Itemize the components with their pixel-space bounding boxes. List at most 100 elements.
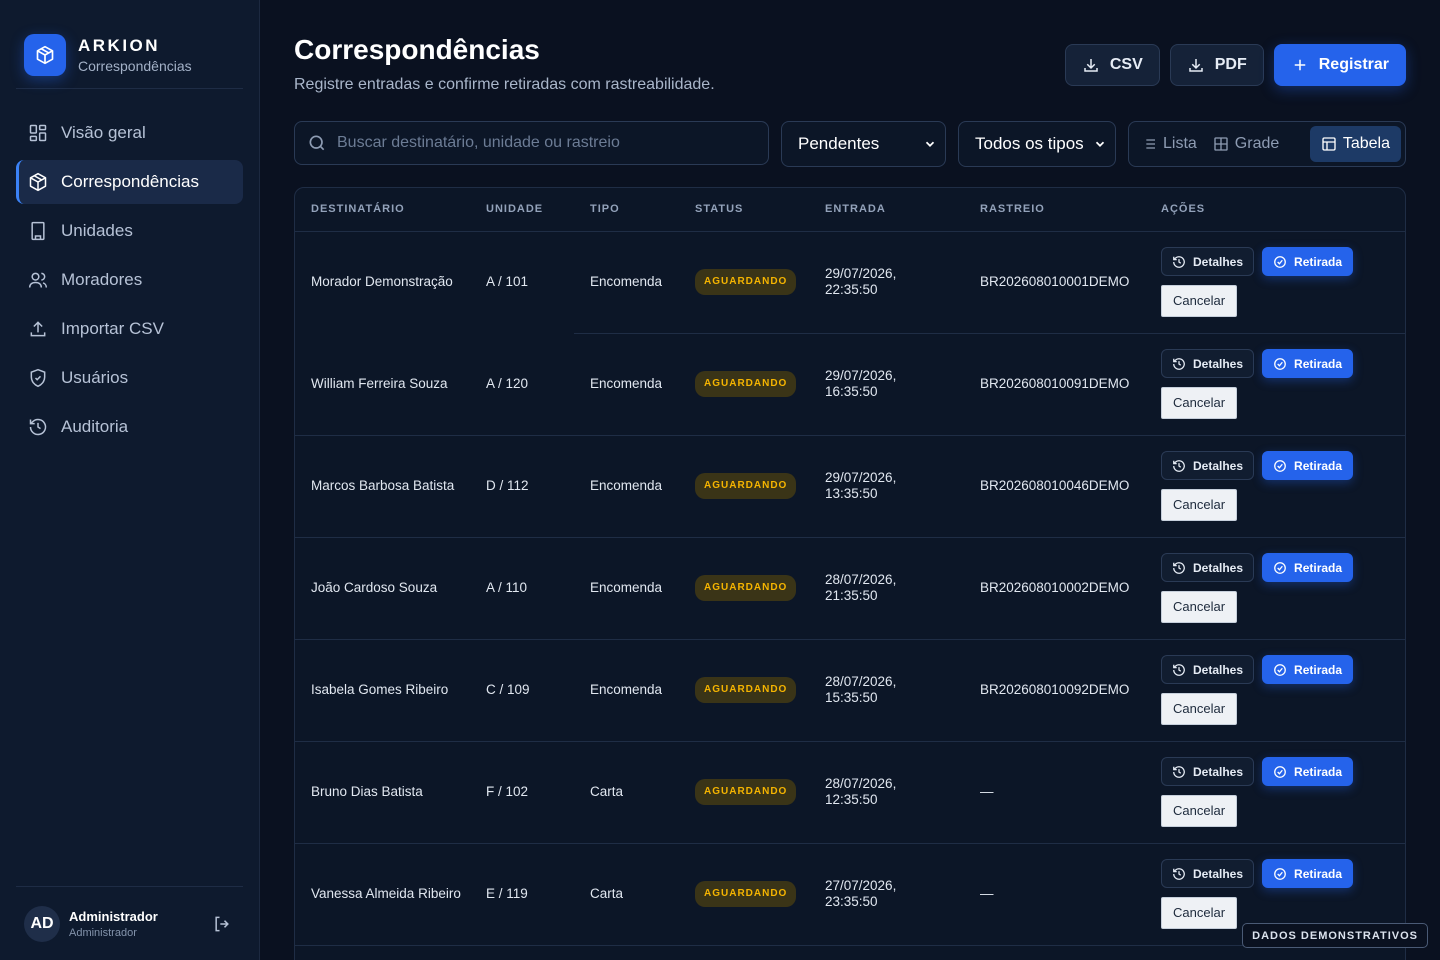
sidebar-item-label: Visão geral <box>61 123 146 142</box>
details-button[interactable]: Detalhes <box>1161 349 1255 378</box>
logout-icon <box>215 916 229 931</box>
details-button[interactable]: Detalhes <box>1161 247 1255 276</box>
cancel-button[interactable]: Cancelar <box>1161 795 1238 827</box>
sidebar: ARKION Correspondências Visão geral Corr… <box>0 0 260 960</box>
recipient-cell: William Ferreira Souza <box>295 333 470 436</box>
list-icon <box>1143 139 1155 149</box>
package-icon <box>29 172 47 192</box>
column-header[interactable]: UNIDADE <box>470 188 574 232</box>
details-button[interactable]: Detalhes <box>1161 655 1255 684</box>
pickup-label: Retirada <box>1294 560 1343 575</box>
sidebar-item-unidades[interactable]: Unidades <box>16 209 243 253</box>
status-cell: AGUARDANDO <box>679 741 809 844</box>
entry-time: 12:35:50 <box>825 792 878 807</box>
sidebar-item-label: Moradores <box>61 270 143 289</box>
details-label: Detalhes <box>1193 560 1244 575</box>
view-table-label: Tabela <box>1342 135 1390 152</box>
type-cell: Carta <box>574 741 679 844</box>
pickup-button[interactable]: Retirada <box>1262 859 1354 888</box>
tracking-cell: BR202608010002DEMO <box>964 537 1145 640</box>
column-header[interactable]: RASTREIO <box>964 188 1145 232</box>
table-row[interactable]: Morador Demonstração A / 101 Encomenda A… <box>295 231 1405 334</box>
sidebar-item-importar-csv[interactable]: Importar CSV <box>16 307 243 351</box>
logout-button[interactable] <box>209 911 235 937</box>
pickup-label: Retirada <box>1294 458 1343 473</box>
type-select[interactable]: Todos os tipos <box>958 121 1116 167</box>
cancel-button[interactable]: Cancelar <box>1161 285 1238 317</box>
view-grid-button[interactable]: Grade <box>1205 126 1287 162</box>
history-icon <box>1173 867 1185 880</box>
table-row[interactable]: Isabela Gomes Ribeiro C / 109 Encomenda … <box>295 639 1405 742</box>
sidebar-item-moradores[interactable]: Moradores <box>16 258 243 302</box>
column-header[interactable]: STATUS <box>679 188 809 232</box>
check-circle-icon <box>1274 357 1286 370</box>
table-row[interactable]: Bruno Dias Batista F / 102 Carta AGUARDA… <box>295 741 1405 844</box>
table-row[interactable]: Marcos Barbosa Batista D / 112 Encomenda… <box>295 435 1405 538</box>
building-icon <box>31 221 45 241</box>
history-icon <box>1173 255 1185 268</box>
entry-date: 27/07/2026, <box>825 878 897 893</box>
cancel-button[interactable]: Cancelar <box>1161 387 1238 419</box>
type-cell: Carta <box>574 843 679 946</box>
entry-date: 29/07/2026, <box>825 470 897 485</box>
chevron-down-icon <box>1095 141 1105 147</box>
view-list-button[interactable]: Lista <box>1133 126 1205 162</box>
cancel-button[interactable]: Cancelar <box>1161 489 1238 521</box>
details-button[interactable]: Detalhes <box>1161 451 1255 480</box>
status-select[interactable]: Pendentes <box>781 121 946 167</box>
entry-cell: 28/07/2026, 12:35:50 <box>809 741 964 844</box>
column-header[interactable]: DESTINATÁRIO <box>295 188 470 232</box>
pickup-button[interactable]: Retirada <box>1262 247 1354 276</box>
details-label: Detalhes <box>1193 458 1244 473</box>
table-row[interactable]: William Ferreira Souza A / 120 Encomenda… <box>295 333 1405 436</box>
pickup-button[interactable]: Retirada <box>1262 553 1354 582</box>
table-row[interactable]: João Cardoso Souza A / 110 Encomenda AGU… <box>295 537 1405 640</box>
table-icon <box>1322 137 1336 151</box>
cancel-button[interactable]: Cancelar <box>1161 591 1238 623</box>
user-panel: AD Administrador Administrador <box>16 886 243 960</box>
export-csv-button[interactable]: CSV <box>1064 44 1160 86</box>
status-badge: AGUARDANDO <box>695 779 797 805</box>
cancel-button[interactable]: Cancelar <box>1161 693 1238 725</box>
table-header: DESTINATÁRIO UNIDADE TIPO STATUS ENTRADA… <box>295 188 1405 232</box>
pickup-button[interactable]: Retirada <box>1262 349 1354 378</box>
history-icon <box>1173 765 1185 778</box>
sidebar-item-visao-geral[interactable]: Visão geral <box>16 111 243 155</box>
pickup-button[interactable]: Retirada <box>1262 757 1354 786</box>
type-cell: Encomenda <box>574 639 679 742</box>
entry-time: 23:35:50 <box>825 894 878 909</box>
csv-label: CSV <box>1109 56 1143 73</box>
tracking-cell: BR202608010092DEMO <box>964 639 1145 742</box>
check-circle-icon <box>1274 459 1286 472</box>
grid-icon <box>29 124 47 142</box>
check-circle-icon <box>1274 867 1286 880</box>
details-button[interactable]: Detalhes <box>1161 859 1255 888</box>
brand: ARKION Correspondências <box>0 0 259 88</box>
table-row[interactable]: Vanessa Almeida Ribeiro E / 119 Carta AG… <box>295 843 1405 946</box>
details-button[interactable]: Detalhes <box>1161 553 1255 582</box>
column-header[interactable]: ENTRADA <box>809 188 964 232</box>
sidebar-item-usuarios[interactable]: Usuários <box>16 356 243 400</box>
page-title: Correspondências <box>294 34 540 65</box>
unit-cell: A / 101 <box>470 231 574 334</box>
sidebar-item-correspondencias[interactable]: Correspondências <box>16 160 243 204</box>
column-header[interactable]: TIPO <box>574 188 679 232</box>
actions-cell: Detalhes Retirada Cancelar <box>1145 537 1405 640</box>
status-cell: AGUARDANDO <box>679 231 809 334</box>
details-button[interactable]: Detalhes <box>1161 757 1255 786</box>
register-button[interactable]: Registrar <box>1273 44 1406 86</box>
export-pdf-button[interactable]: PDF <box>1169 44 1264 86</box>
pickup-label: Retirada <box>1294 764 1343 779</box>
entry-date: 28/07/2026, <box>825 776 897 791</box>
check-circle-icon <box>1274 765 1286 778</box>
search-input[interactable] <box>337 134 737 152</box>
actions-cell: Detalhes Retirada Cancelar <box>1145 435 1405 538</box>
cancel-button[interactable]: Cancelar <box>1161 897 1238 929</box>
sidebar-item-label: Correspondências <box>61 172 199 191</box>
pickup-button[interactable]: Retirada <box>1262 655 1354 684</box>
sidebar-item-auditoria[interactable]: Auditoria <box>16 405 243 449</box>
details-label: Detalhes <box>1193 356 1244 371</box>
pickup-button[interactable]: Retirada <box>1262 451 1354 480</box>
view-table-button[interactable]: Tabela <box>1309 126 1401 162</box>
tracking-cell: BR202608010091DEMO <box>964 333 1145 436</box>
